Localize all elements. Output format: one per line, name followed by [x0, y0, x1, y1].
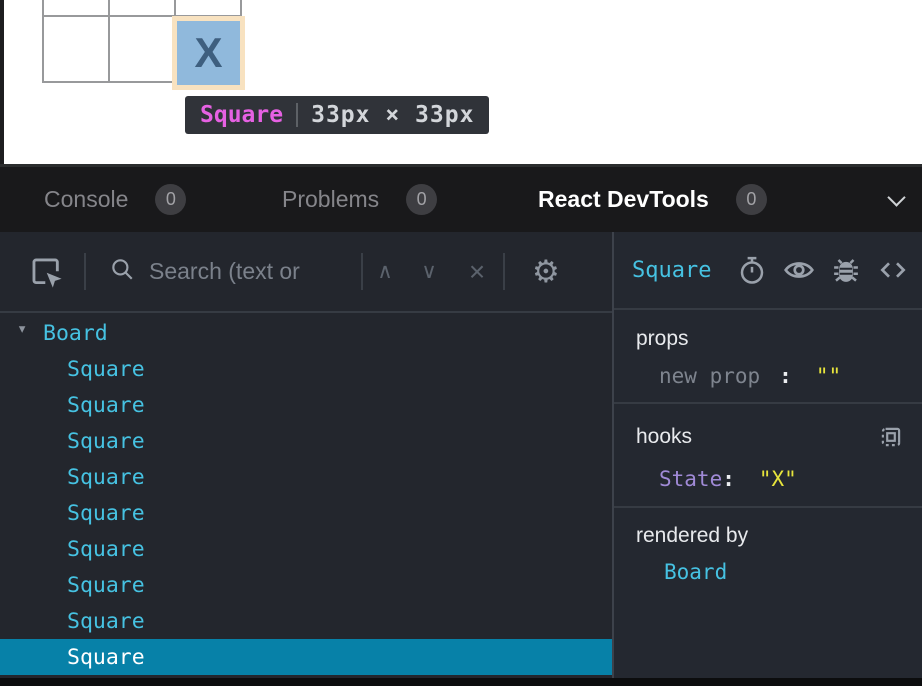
tab-badge: 0 [155, 184, 186, 215]
component-name: Board [43, 321, 108, 346]
caret-down-icon[interactable]: ▾ [17, 319, 27, 339]
tab-react-devtools[interactable]: React DevTools 0 [538, 167, 767, 232]
tab-problems[interactable]: Problems 0 [282, 167, 437, 232]
react-devtools-panel: ∧ ∨ × ⚙ ▾ Board Square Square Square [0, 232, 922, 678]
inspector-header: Square [614, 232, 922, 310]
colon: : [779, 364, 792, 388]
bug-log-icon[interactable] [829, 253, 863, 287]
component-tree: ▾ Board Square Square Square Square Squa… [0, 313, 612, 678]
search-next-icon[interactable]: ∨ [407, 259, 451, 284]
rendered-by-section: rendered by Board [614, 508, 922, 678]
hooks-title: hooks [614, 425, 692, 449]
screen: X Square 33px × 33px Console 0 Problems … [0, 0, 922, 686]
tooltip-divider [296, 103, 298, 127]
gear-icon[interactable]: ⚙ [532, 256, 560, 287]
tree-row-square-selected[interactable]: Square [0, 639, 612, 675]
devtools-element-highlight-content: X [177, 21, 240, 85]
hook-value[interactable]: "X" [759, 467, 797, 491]
tooltip-component-name: Square [200, 102, 283, 128]
bottom-bar [0, 678, 922, 686]
colon: : [722, 467, 735, 491]
tab-label: React DevTools [538, 186, 709, 213]
tooltip-dimensions: 33px × 33px [311, 102, 474, 128]
tree-row-square[interactable]: Square [0, 387, 612, 423]
props-section: props new prop : "" [614, 310, 922, 404]
search-icon [109, 256, 135, 287]
devtools-tab-bar: Console 0 Problems 0 React DevTools 0 [0, 164, 922, 232]
component-name: Square [67, 573, 145, 598]
chevron-down-icon[interactable] [889, 191, 904, 206]
component-name: Square [67, 429, 145, 454]
tab-console[interactable]: Console 0 [44, 167, 186, 232]
parse-hook-names-icon[interactable] [874, 420, 908, 454]
board-square[interactable] [175, 0, 241, 16]
component-name: Square [67, 357, 145, 382]
rendered-by-title: rendered by [614, 524, 748, 548]
tree-row-board[interactable]: ▾ Board [0, 315, 612, 351]
component-name: Square [67, 393, 145, 418]
board-square[interactable] [43, 0, 109, 16]
board-square[interactable] [43, 16, 109, 82]
search-clear-icon[interactable]: × [451, 256, 503, 288]
tab-badge: 0 [736, 184, 767, 215]
search-input[interactable] [149, 258, 361, 285]
browser-viewport: X Square 33px × 33px [0, 0, 922, 164]
tab-label: Console [44, 186, 128, 213]
component-name: Square [67, 501, 145, 526]
tab-label: Problems [282, 186, 379, 213]
tree-row-square[interactable]: Square [0, 495, 612, 531]
hook-row: State : "X" [614, 467, 922, 491]
props-title: props [614, 327, 689, 351]
component-inspector-pane: Square [614, 232, 922, 678]
component-name: Square [67, 609, 145, 634]
tree-row-square[interactable]: Square [0, 603, 612, 639]
eye-inspect-dom-icon[interactable] [782, 253, 816, 287]
selected-component-title: Square [632, 258, 711, 283]
prop-row: new prop : "" [614, 364, 922, 388]
square-x-mark: X [194, 32, 222, 74]
toolbar-divider [503, 253, 505, 290]
component-name: Square [67, 645, 145, 670]
component-name: Square [67, 537, 145, 562]
tree-row-square[interactable]: Square [0, 351, 612, 387]
board-square[interactable] [109, 16, 175, 82]
tree-row-square[interactable]: Square [0, 531, 612, 567]
inspector-header-icons [735, 253, 910, 287]
hooks-section: hooks State : "X" [614, 404, 922, 508]
inspect-tooltip: Square 33px × 33px [185, 96, 489, 134]
toolbar-divider [84, 253, 86, 290]
stopwatch-suspend-icon[interactable] [735, 253, 769, 287]
hook-name: State [659, 467, 722, 491]
tree-row-square[interactable]: Square [0, 567, 612, 603]
viewport-left-border [0, 0, 4, 164]
component-name: Square [67, 465, 145, 490]
rendered-by-board-link[interactable]: Board [614, 560, 922, 584]
tree-row-square[interactable]: Square [0, 423, 612, 459]
tree-toolbar: ∧ ∨ × ⚙ [0, 232, 612, 313]
new-prop-input[interactable]: new prop [659, 364, 760, 388]
inspect-element-icon[interactable] [29, 255, 63, 289]
code-view-source-icon[interactable] [876, 253, 910, 287]
tree-row-square[interactable]: Square [0, 459, 612, 495]
board-square[interactable] [109, 0, 175, 16]
search-prev-icon[interactable]: ∧ [363, 259, 407, 284]
devtools-element-highlight: X [172, 16, 245, 90]
components-tree-pane: ∧ ∨ × ⚙ ▾ Board Square Square Square [0, 232, 614, 678]
prop-value[interactable]: "" [816, 364, 841, 388]
tab-badge: 0 [406, 184, 437, 215]
